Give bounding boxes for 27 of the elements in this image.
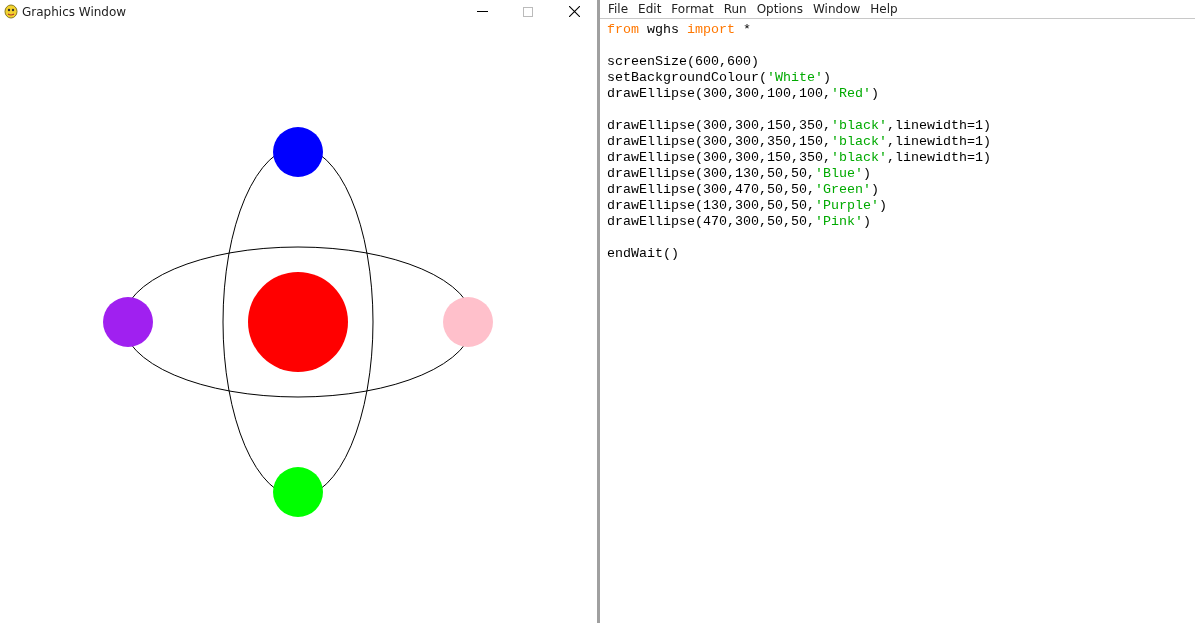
menu-item[interactable]: Help [866,0,902,18]
code-line: drawEllipse(130,300,50,50,'Purple') [607,198,887,213]
code-line: setBackgroundColour('White') [607,70,831,85]
bottom-circle [273,467,323,517]
code-line: drawEllipse(300,300,100,100,'Red') [607,86,879,101]
menu-item[interactable]: File [604,0,633,18]
code-line: drawEllipse(300,300,150,350,'black',linewidth=1) [607,150,991,165]
minimize-icon [476,11,488,12]
code-line: drawEllipse(300,130,50,50,'Blue') [607,166,871,181]
code-line: endWait() [607,246,679,261]
top-circle [273,127,323,177]
menu-item[interactable]: Run [719,0,751,18]
maximize-icon [523,6,533,17]
menu-item[interactable]: Format [667,0,718,18]
left-circle [103,297,153,347]
code-line: drawEllipse(300,300,350,150,'black',linewidth=1) [607,134,991,149]
code-line: drawEllipse(470,300,50,50,'Pink') [607,214,871,229]
close-icon [568,6,580,17]
menu-item[interactable]: Options [752,0,807,18]
code-line: from wghs import * [607,22,751,37]
right-circle [443,297,493,347]
code-line: drawEllipse(300,300,150,350,'black',linewidth=1) [607,118,991,133]
menu-item[interactable]: Window [808,0,865,18]
window-title: Graphics Window [22,4,128,19]
menu-item[interactable]: Edit [634,0,666,18]
code-line: screenSize(600,600) [607,54,759,69]
code-line: drawEllipse(300,470,50,50,'Green') [607,182,879,197]
